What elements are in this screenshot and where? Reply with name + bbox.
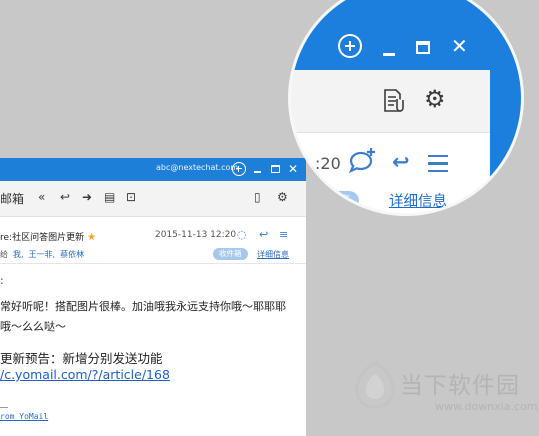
comment-add-icon[interactable]: ◌: [237, 228, 247, 241]
detail-link[interactable]: 详细信息: [257, 249, 289, 260]
watermark-url: www.downxia.com: [435, 400, 538, 413]
close-icon[interactable]: ✕: [451, 36, 468, 56]
body-line: 常好听呢！搭配图片很棒。加油哦我永远支持你哦～耶耶耶: [0, 300, 286, 313]
reply-icon[interactable]: ↩: [259, 228, 268, 241]
account-email: abc@nextechat.com: [156, 163, 239, 172]
recipient-link[interactable]: 王一非,: [29, 250, 56, 259]
mail-window: abc@nextechat.com ✕ 邮箱 « ↩ ➜ ▤ ⊡ ▯ ⚙ re:…: [0, 158, 306, 436]
reply-icon[interactable]: ↩: [392, 151, 410, 173]
menu-icon[interactable]: ≡: [279, 228, 288, 241]
comment-add-icon[interactable]: [347, 147, 377, 175]
signature-link[interactable]: rom YoMail: [0, 412, 48, 421]
reply-icon[interactable]: ↩: [60, 190, 70, 204]
recipient-link[interactable]: 我,: [13, 250, 24, 259]
folder-badge[interactable]: 件箱: [319, 191, 360, 211]
detail-link[interactable]: 详细信息: [389, 190, 447, 211]
mailbox-label: 邮箱: [0, 192, 25, 206]
watermark-brand: 当下软件园: [400, 373, 520, 399]
mail-body: : 常好听呢！搭配图片很棒。加油哦我永远支持你哦～耶耶耶 哦～么么哒～ 更新预告…: [0, 264, 306, 436]
subject-text: re:社区问答图片更新: [0, 233, 85, 243]
gear-icon[interactable]: ⚙: [277, 190, 288, 204]
body-line: 哦～么么哒～: [0, 320, 66, 333]
maximize-icon[interactable]: [271, 165, 280, 173]
mail-subject: re:社区问答图片更新 ★: [0, 230, 96, 243]
zoomed-title-bar: ✕: [291, 0, 521, 70]
delete-icon[interactable]: ▤: [104, 190, 115, 204]
minimize-icon[interactable]: [383, 53, 395, 56]
watermark-logo-icon: [355, 361, 395, 409]
zoomed-toolbar: ⚙: [291, 70, 490, 133]
forward-icon[interactable]: ➜: [82, 190, 92, 204]
recipients-prefix: 给: [0, 250, 8, 259]
gear-icon[interactable]: ⚙: [424, 86, 446, 112]
menu-icon[interactable]: [428, 155, 448, 177]
time-fragment: :20: [315, 154, 341, 173]
magnifier: ✕ ⚙ :20 ↩ 件箱 详细信息: [291, 0, 521, 213]
zoomed-mail-header: :20 ↩ 件箱 详细信息: [291, 133, 490, 213]
mail-header: re:社区问答图片更新 ★ 2015-11-13 12:20 ◌ ↩ ≡ 给我, 王…: [0, 218, 306, 264]
body-line: 更新预告：新增分别发送功能: [0, 351, 163, 366]
toolbar: 邮箱 « ↩ ➜ ▤ ⊡ ▯ ⚙: [0, 181, 306, 217]
archive-icon[interactable]: ⊡: [126, 190, 136, 204]
folder-badge[interactable]: 收件箱: [213, 248, 248, 260]
zoomed-window-edge: [490, 70, 521, 213]
reply-all-icon[interactable]: «: [38, 190, 45, 204]
recipients: 给我, 王一非, 蔡依林: [0, 249, 84, 260]
signature-divider: [0, 407, 8, 408]
article-link[interactable]: /c.yomail.com/?/article/168: [0, 367, 170, 382]
add-circle-icon[interactable]: [232, 162, 246, 176]
star-icon[interactable]: ★: [87, 232, 96, 243]
attachment-icon[interactable]: ▯: [254, 190, 261, 204]
recipient-link[interactable]: 蔡依林: [60, 250, 84, 259]
maximize-icon[interactable]: [416, 41, 430, 54]
minimize-icon[interactable]: [254, 171, 261, 173]
mail-date: 2015-11-13 12:20: [155, 230, 237, 240]
attachment-icon[interactable]: [383, 89, 405, 113]
body-fragment: :: [0, 274, 4, 287]
title-bar: abc@nextechat.com ✕: [0, 158, 306, 181]
add-circle-icon[interactable]: [338, 34, 362, 58]
